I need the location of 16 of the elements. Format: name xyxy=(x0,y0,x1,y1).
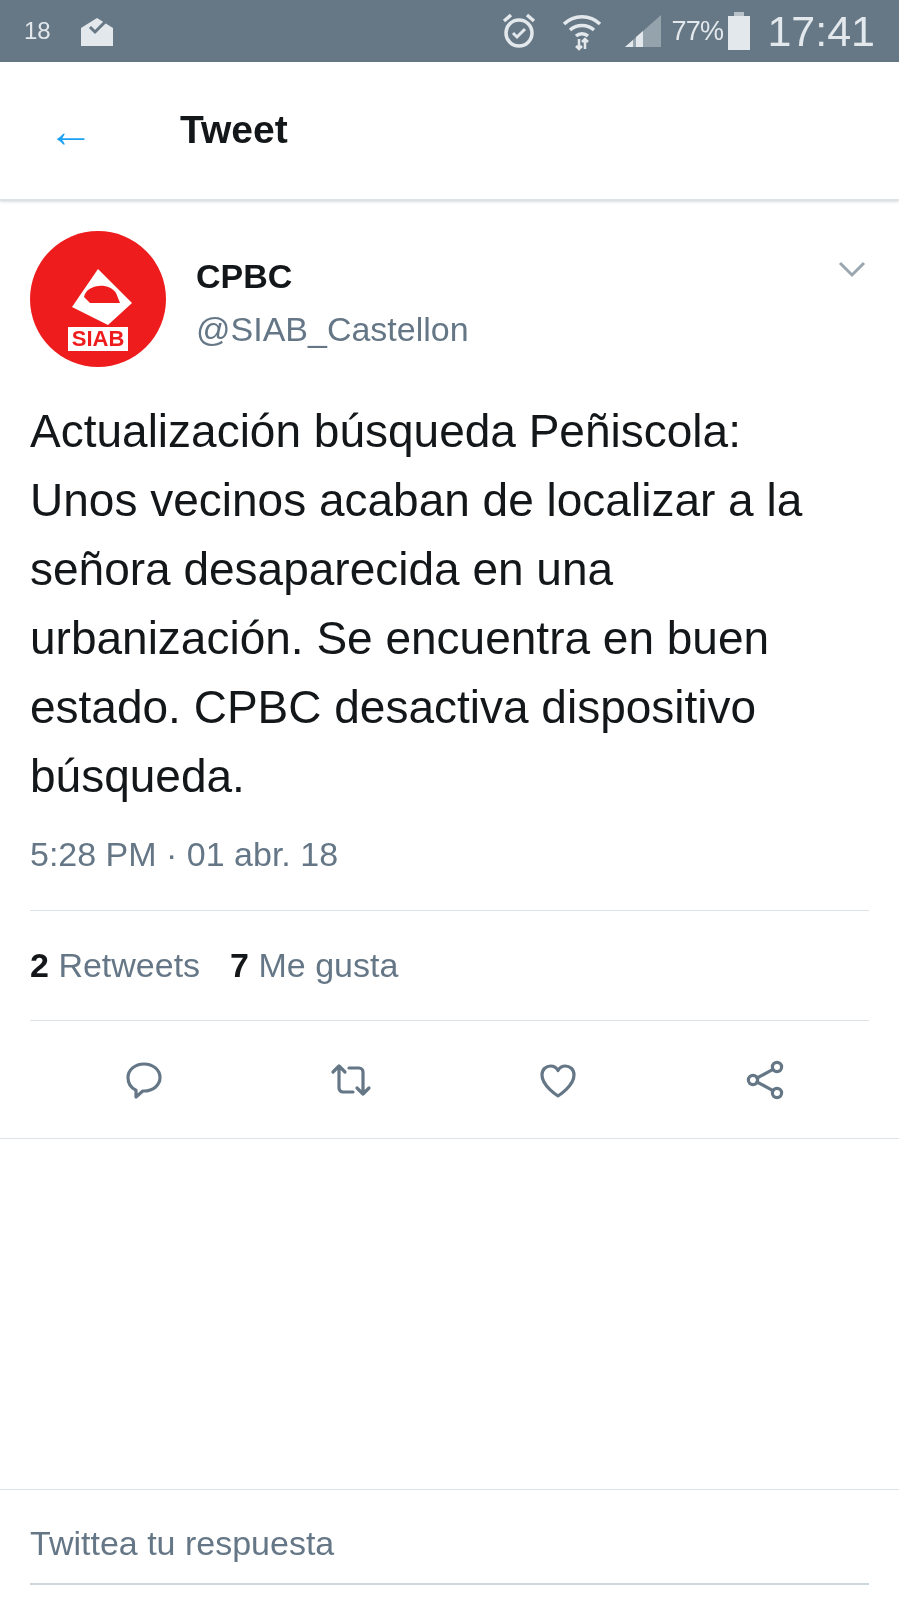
signal-icon xyxy=(623,13,664,49)
reply-field[interactable]: Twittea tu respuesta xyxy=(30,1506,869,1585)
stat-count[interactable]: 7 Me gusta xyxy=(230,940,399,991)
chevron-down-icon[interactable] xyxy=(837,259,867,279)
temperature: 18 xyxy=(24,16,51,46)
tweet-text: Actualización búsqueda Peñiscola: Unos vecinos acaban de localizar a la señora desaparecida en una urbanización. Se encuentra en buen estado. CPBC desactiva dispositivo búsqueda. xyxy=(30,404,804,804)
page-title: Tweet xyxy=(180,107,288,154)
avatar-logo-text: SIAB xyxy=(67,327,129,351)
battery-percentage: 77% xyxy=(671,14,724,48)
stat-count[interactable]: 2 Retweets xyxy=(30,940,201,991)
clock: 17:41 xyxy=(767,5,875,57)
account-handle: @SIAB_Castellon xyxy=(196,308,470,350)
account-name: CPBC xyxy=(196,256,294,297)
battery-icon xyxy=(727,12,752,50)
tweet-timestamp: 5:28 PM · 01 abr. 18 xyxy=(30,834,340,875)
alarm-icon xyxy=(501,12,538,50)
